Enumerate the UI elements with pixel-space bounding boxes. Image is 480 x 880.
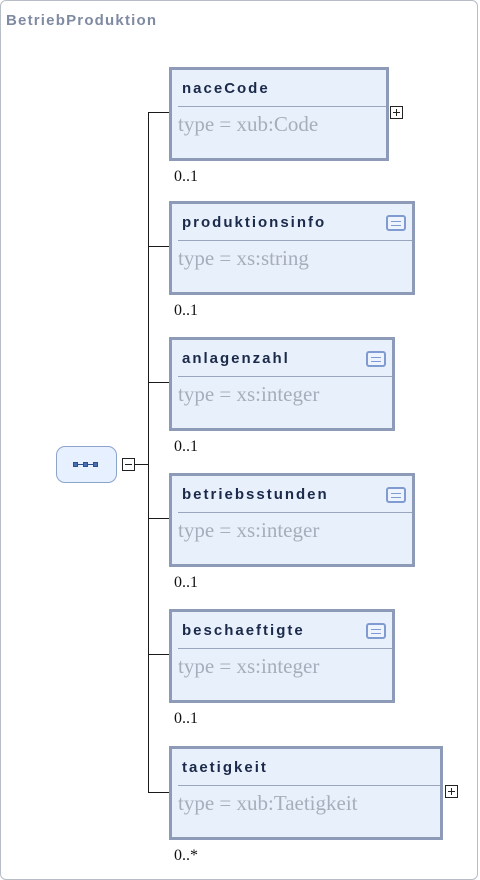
cardinality-label: 0..* bbox=[174, 847, 198, 864]
element-produktionsinfo[interactable]: produktionsinfo type = xs:string bbox=[169, 201, 415, 295]
element-type: type = xub:Code bbox=[178, 112, 319, 136]
connector-branch bbox=[148, 792, 170, 793]
connector-line bbox=[135, 464, 149, 465]
cardinality-label: 0..1 bbox=[174, 710, 198, 727]
sequence-icon bbox=[73, 462, 98, 467]
complex-type-title: BetriebProduktion bbox=[6, 12, 158, 29]
documentation-icon bbox=[386, 487, 406, 503]
connector-branch bbox=[148, 382, 170, 383]
connector-trunk bbox=[148, 112, 149, 793]
divider bbox=[178, 240, 412, 241]
element-name: betriebsstunden bbox=[182, 486, 329, 503]
element-name: beschaeftigte bbox=[182, 622, 305, 639]
element-beschaeftigte[interactable]: beschaeftigte type = xs:integer bbox=[169, 609, 395, 703]
divider bbox=[178, 512, 412, 513]
connector-branch bbox=[148, 112, 170, 113]
connector-branch bbox=[148, 246, 170, 247]
element-nacecode[interactable]: naceCode type = xub:Code bbox=[169, 67, 389, 161]
expand-plus-icon[interactable] bbox=[390, 106, 403, 119]
collapse-minus-icon[interactable] bbox=[122, 458, 135, 471]
sequence-compositor[interactable] bbox=[56, 446, 117, 483]
connector-branch bbox=[148, 654, 170, 655]
element-name: naceCode bbox=[182, 80, 270, 97]
cardinality-label: 0..1 bbox=[174, 438, 198, 455]
expand-plus-icon[interactable] bbox=[445, 785, 458, 798]
cardinality-label: 0..1 bbox=[174, 168, 198, 185]
element-name: anlagenzahl bbox=[182, 350, 290, 367]
divider bbox=[178, 785, 440, 786]
divider bbox=[178, 648, 392, 649]
documentation-icon bbox=[386, 215, 406, 231]
documentation-icon bbox=[366, 623, 386, 639]
cardinality-label: 0..1 bbox=[174, 302, 198, 319]
element-name: taetigkeit bbox=[182, 759, 268, 776]
element-anlagenzahl[interactable]: anlagenzahl type = xs:integer bbox=[169, 337, 395, 431]
element-type: type = xs:integer bbox=[178, 382, 320, 406]
connector-branch bbox=[148, 518, 170, 519]
divider bbox=[178, 376, 392, 377]
element-type: type = xs:integer bbox=[178, 654, 320, 678]
element-betriebsstunden[interactable]: betriebsstunden type = xs:integer bbox=[169, 473, 415, 567]
element-taetigkeit[interactable]: taetigkeit type = xub:Taetigkeit bbox=[169, 746, 443, 840]
element-type: type = xs:string bbox=[178, 246, 309, 270]
element-type: type = xs:integer bbox=[178, 518, 320, 542]
element-type: type = xub:Taetigkeit bbox=[178, 791, 358, 815]
element-name: produktionsinfo bbox=[182, 214, 327, 231]
divider bbox=[178, 106, 386, 107]
cardinality-label: 0..1 bbox=[174, 574, 198, 591]
documentation-icon bbox=[366, 351, 386, 367]
